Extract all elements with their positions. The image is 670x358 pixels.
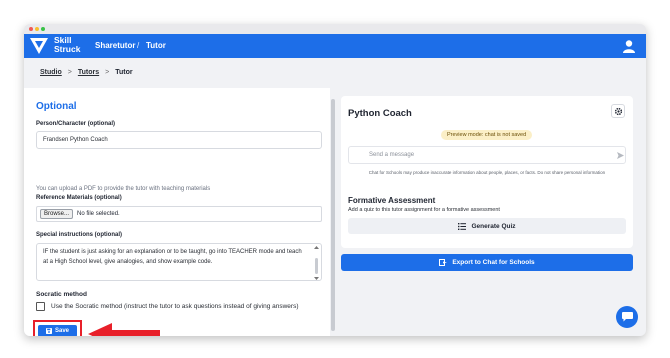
- arrow-icon: [88, 323, 160, 336]
- textarea-scrollbar[interactable]: [314, 246, 319, 280]
- message-input[interactable]: Send a message: [348, 146, 626, 164]
- page-scrollbar-thumb[interactable]: [331, 99, 335, 331]
- socratic-title: Socratic method: [36, 291, 87, 298]
- socratic-checkbox-label[interactable]: Use the Socratic method (instruct the tu…: [51, 303, 298, 310]
- skillstruck-logo-icon[interactable]: [30, 38, 48, 54]
- generate-quiz-button[interactable]: Generate Quiz: [348, 218, 626, 234]
- maximize-window-dot[interactable]: [41, 27, 45, 31]
- section-title: Optional: [36, 101, 77, 112]
- chat-icon: [621, 312, 633, 322]
- chat-disclaimer: Chat for Schools may produce inaccurate …: [368, 170, 606, 175]
- export-icon: [439, 259, 448, 266]
- app-subtitle: Tutor: [146, 41, 166, 50]
- browser-window: Skill Struck Sharetutor / Tutor Studio >…: [24, 24, 646, 336]
- generate-quiz-label: Generate Quiz: [471, 222, 516, 230]
- send-icon[interactable]: [617, 152, 624, 159]
- file-input[interactable]: Browse... No file selected.: [36, 206, 322, 222]
- breadcrumb-current: Tutor: [115, 69, 133, 76]
- upload-helper-text: You can upload a PDF to provide the tuto…: [36, 186, 211, 192]
- breadcrumb-separator: >: [105, 69, 110, 76]
- instructions-textarea[interactable]: IF the student is just asking for an exp…: [36, 243, 322, 281]
- breadcrumb-separator: >: [67, 69, 72, 76]
- export-button-label: Export to Chat for Schools: [452, 259, 535, 266]
- preview-mode-badge: Preview mode: chat is not saved: [441, 130, 533, 140]
- breadcrumb-studio[interactable]: Studio: [40, 69, 62, 76]
- page-scrollbar[interactable]: [330, 88, 336, 336]
- assessment-title: Formative Assessment: [348, 196, 436, 205]
- preview-panel: Python Coach Preview mode: chat is not s…: [341, 96, 633, 248]
- breadcrumb-tutors[interactable]: Tutors: [78, 69, 99, 76]
- save-button-label: Save: [54, 328, 69, 334]
- list-icon: [458, 222, 467, 230]
- save-button[interactable]: Save: [38, 325, 77, 336]
- logo-text[interactable]: Skill Struck: [54, 36, 80, 54]
- chat-support-button[interactable]: [616, 306, 638, 328]
- assessment-subtitle: Add a quiz to this tutor assignment for …: [348, 207, 500, 213]
- app-title[interactable]: Sharetutor: [95, 41, 135, 50]
- top-nav-bar: Skill Struck Sharetutor / Tutor: [24, 34, 646, 58]
- persona-label: Person/Character (optional): [36, 121, 116, 127]
- tutor-settings-panel: Optional Person/Character (optional) Fra…: [24, 88, 330, 336]
- save-highlight-box: Save: [33, 320, 82, 336]
- browse-button[interactable]: Browse...: [40, 209, 74, 219]
- no-file-text: No file selected.: [77, 211, 120, 217]
- gear-icon: [614, 107, 622, 115]
- save-icon: [45, 328, 52, 334]
- socratic-checkbox[interactable]: [36, 302, 45, 311]
- preview-title: Python Coach: [348, 108, 412, 119]
- minimize-window-dot[interactable]: [35, 27, 39, 31]
- title-separator: /: [137, 41, 140, 50]
- reference-label: Reference Materials (optional): [36, 195, 122, 201]
- persona-input[interactable]: Frandsen Python Coach: [36, 131, 322, 149]
- instructions-label: Special instructions (optional): [36, 232, 123, 238]
- instructions-text: IF the student is just asking for an exp…: [43, 249, 302, 265]
- logo-line-2: Struck: [54, 44, 81, 54]
- user-icon[interactable]: [622, 39, 636, 53]
- export-button[interactable]: Export to Chat for Schools: [341, 254, 633, 271]
- settings-button[interactable]: [611, 104, 625, 118]
- close-window-dot[interactable]: [29, 27, 33, 31]
- breadcrumb: Studio > Tutors > Tutor: [40, 69, 133, 76]
- window-titlebar: [24, 24, 646, 34]
